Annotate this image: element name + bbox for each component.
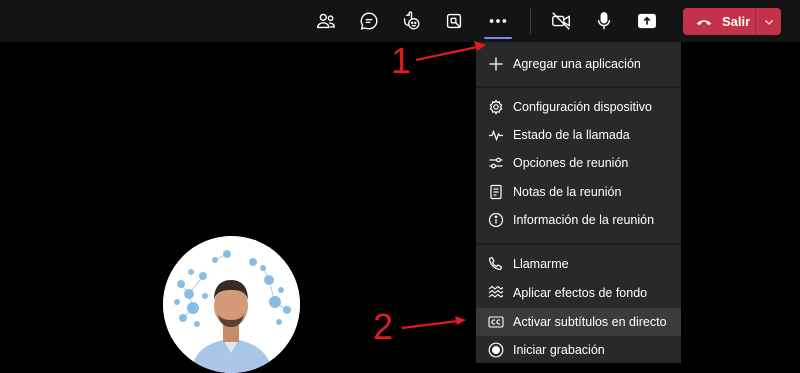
hang-up-icon [696,19,712,25]
menu-item-meeting-notes[interactable]: Notas de la reunión [476,178,681,206]
menu-item-label: Estado de la llamada [513,128,630,142]
people-button[interactable] [311,6,341,36]
menu-item-background-effects[interactable]: Aplicar efectos de fondo [476,279,681,307]
cc-icon [488,316,504,328]
menu-item-call-health[interactable]: Estado de la llamada [476,121,681,149]
notes-icon [490,184,502,200]
menu-divider [476,86,681,88]
gear-icon [489,99,503,115]
leave-button-group: Salir [683,8,781,35]
menu-item-label: Llamarme [513,257,569,271]
more-options-menu: Agregar una aplicación Configuración dis… [476,42,681,363]
menu-item-label: Información de la reunión [513,213,655,227]
share-icon [638,13,656,29]
annotation-number-1: 1 [391,40,412,81]
annotation-arrow-2 [401,316,466,330]
annotation-arrow-1 [415,41,486,62]
leave-options-button[interactable] [756,8,781,35]
menu-item-meeting-options[interactable]: Opciones de reunión [476,149,681,177]
menu-item-label: Notas de la reunión [513,185,622,199]
chat-button[interactable] [354,6,384,36]
mic-icon [597,12,611,30]
people-icon [317,13,335,29]
reactions-button[interactable] [396,6,426,36]
menu-item-call-me[interactable]: Llamarme [476,250,681,278]
menu-item-label: Activar subtítulos en directo [513,315,667,329]
menu-item-start-recording[interactable]: Iniciar grabación [476,336,681,363]
leave-button[interactable]: Salir [683,8,755,35]
info-icon [488,212,504,228]
camera-toggle-button[interactable] [546,6,576,36]
annotation-number-2: 2 [373,306,394,347]
more-options-button[interactable] [483,6,513,36]
background-effects-icon [488,285,504,298]
rooms-button[interactable] [439,6,469,36]
menu-item-label: Agregar una aplicación [513,57,641,71]
menu-item-meeting-info[interactable]: Información de la reunión [476,206,681,234]
rooms-icon [446,13,462,29]
record-icon [488,342,504,358]
menu-divider [476,243,681,245]
sliders-icon [489,157,503,169]
camera-off-icon [552,12,570,30]
menu-item-add-app[interactable]: Agregar una aplicación [476,50,681,78]
menu-item-label: Aplicar efectos de fondo [513,286,648,300]
reactions-icon [403,11,420,30]
share-button[interactable] [632,6,662,36]
menu-item-label: Iniciar grabación [513,343,605,357]
leave-label: Salir [722,14,751,29]
menu-item-live-captions[interactable]: Activar subtítulos en directo [476,308,681,336]
more-icon [489,19,507,23]
toolbar-divider [530,8,531,34]
menu-item-label: Opciones de reunión [513,156,629,170]
chat-icon [360,12,378,30]
participant-avatar [163,236,300,373]
chevron-down-icon [764,19,773,25]
phone-icon [488,256,503,271]
pulse-icon [489,129,503,142]
mic-toggle-button[interactable] [589,6,619,36]
menu-item-label: Configuración dispositivo [513,100,652,114]
menu-item-device-settings[interactable]: Configuración dispositivo [476,93,681,121]
participant-photo [163,236,300,373]
meeting-toolbar: Salir [0,0,800,42]
